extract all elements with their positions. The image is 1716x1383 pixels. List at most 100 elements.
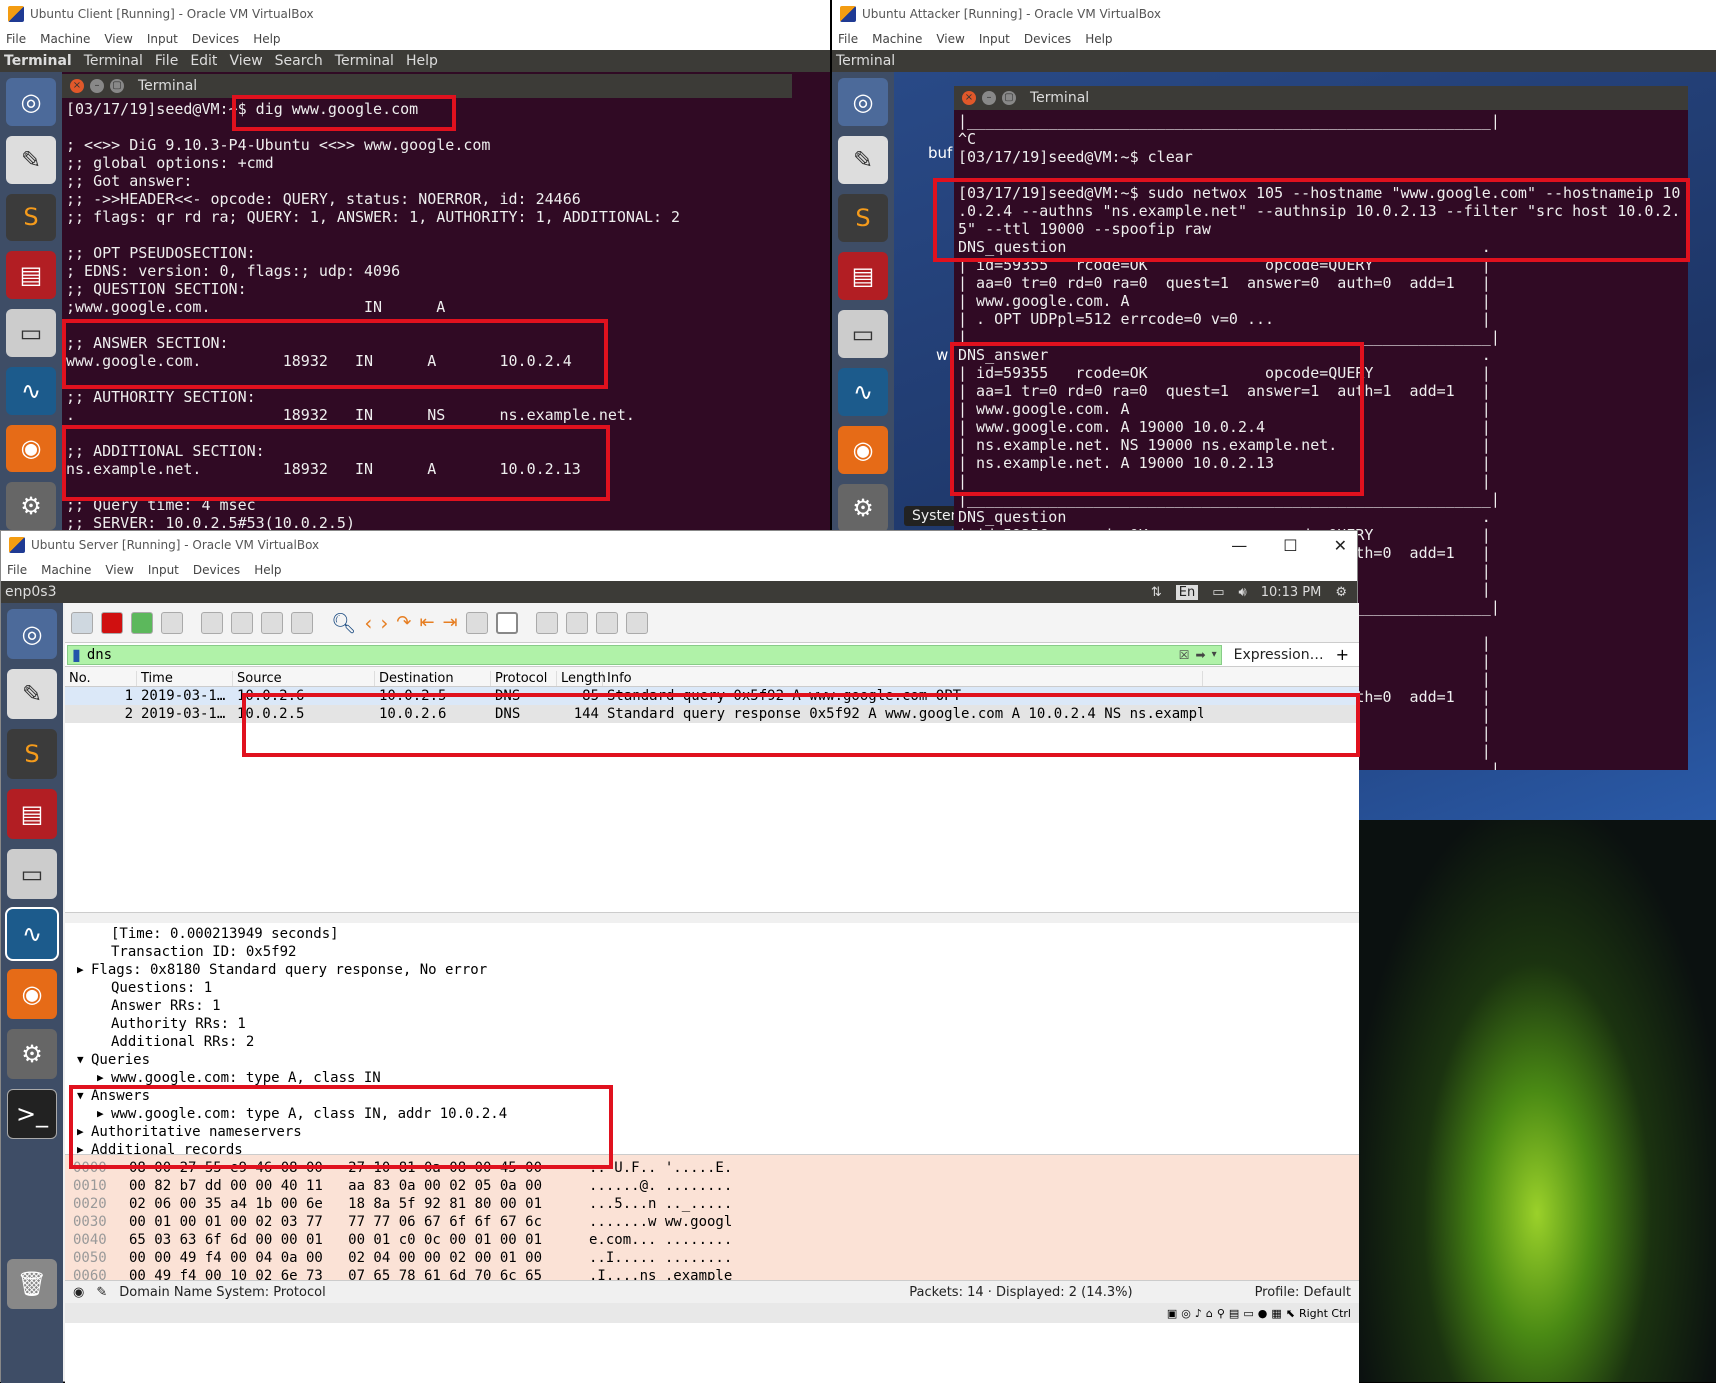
colorize-icon[interactable] (495, 611, 518, 634)
hex-row[interactable]: 0030 00 01 00 01 00 02 03 77 77 77 06 67 … (73, 1213, 1351, 1231)
menu-item-file[interactable]: File (6, 32, 26, 46)
power-gear-icon[interactable]: ⚙ (1335, 585, 1347, 600)
menu-item-view[interactable]: View (105, 563, 133, 577)
add-filter-button-icon[interactable]: + (1336, 645, 1359, 664)
reload-icon[interactable] (291, 611, 313, 634)
clear-filter-icon[interactable]: ☒ (1179, 648, 1190, 662)
network-icon[interactable]: ⇅ (1151, 585, 1162, 600)
wireshark-icon[interactable]: ∿ (5, 907, 59, 961)
app-menu-search[interactable]: Search (275, 53, 323, 69)
stop-capture-icon[interactable] (101, 611, 123, 634)
app-menu-terminal[interactable]: Terminal (335, 53, 394, 69)
zoom-out-icon[interactable] (565, 611, 588, 634)
menu-item-input[interactable]: Input (979, 32, 1010, 46)
close-icon[interactable]: × (962, 91, 976, 105)
settings-icon[interactable]: ⚙ (7, 1029, 57, 1079)
filter-dropdown-icon[interactable]: ▾ (1212, 649, 1217, 660)
vbox-cpu-icon[interactable]: ▦ (1271, 1307, 1281, 1320)
go-to-packet-icon[interactable]: ↷ (396, 612, 411, 633)
detail-row[interactable]: Answer RRs: 1 (71, 997, 1353, 1015)
column-header[interactable]: Destination (375, 671, 491, 686)
menu-item-input[interactable]: Input (148, 563, 179, 577)
menu-item-view[interactable]: View (936, 32, 964, 46)
open-file-icon[interactable] (201, 611, 223, 634)
keyboard-layout[interactable]: En (1175, 584, 1199, 600)
text-editor-icon[interactable]: ✎ (838, 136, 888, 184)
vbox-mouse-icon[interactable]: ⬉ (1286, 1307, 1295, 1320)
files-icon[interactable]: ▭ (6, 309, 56, 357)
trash-icon[interactable]: 🗑︎ (7, 1259, 57, 1309)
app-menu-file[interactable]: File (155, 53, 178, 69)
column-header[interactable]: Info (603, 671, 1203, 686)
resize-columns-icon[interactable] (625, 611, 648, 634)
vbox-network-icon[interactable]: ⌂ (1206, 1307, 1213, 1320)
close-icon[interactable]: ✕ (1334, 536, 1347, 555)
vbox-cd-icon[interactable]: ◎ (1181, 1307, 1191, 1320)
expanded-arrow-icon[interactable]: ▼ (77, 1051, 84, 1069)
app-menu-terminal[interactable]: Terminal (84, 53, 143, 69)
edit-comment-icon[interactable]: ✎ (96, 1285, 107, 1300)
hex-row[interactable]: 0040 65 03 63 6f 6d 00 00 01 00 01 c0 0c … (73, 1231, 1351, 1249)
terminal-icon[interactable]: >_ (7, 1089, 57, 1139)
collapsed-arrow-icon[interactable]: ▶ (77, 961, 84, 979)
vbox-hdd-icon[interactable]: ▣ (1167, 1307, 1177, 1320)
menu-item-help[interactable]: Help (253, 32, 280, 46)
maximize-icon[interactable]: ▢ (1002, 91, 1016, 105)
first-packet-icon[interactable]: ⇤ (419, 612, 434, 633)
menu-item-machine[interactable]: Machine (40, 32, 90, 46)
detail-row[interactable]: ▶ Flags: 0x8180 Standard query response, … (71, 961, 1353, 979)
go-forward-icon[interactable]: › (380, 611, 388, 635)
menu-item-file[interactable]: File (838, 32, 858, 46)
volume-icon[interactable]: 🔊︎ (1238, 585, 1246, 600)
last-packet-icon[interactable]: ⇥ (443, 612, 458, 633)
hex-row[interactable]: 0010 00 82 b7 dd 00 00 40 11 aa 83 0a 00 … (73, 1177, 1351, 1195)
detail-row[interactable]: Authority RRs: 1 (71, 1015, 1353, 1033)
text-editor-icon[interactable]: ✎ (6, 135, 56, 184)
wireshark-icon[interactable]: ∿ (6, 366, 56, 415)
ubuntu-dash-icon[interactable]: ◎ (6, 78, 56, 126)
sublime-icon[interactable]: S (838, 194, 888, 242)
apply-filter-icon[interactable]: ➡ (1196, 648, 1206, 662)
column-header[interactable]: Source (233, 671, 375, 686)
column-header[interactable]: Time (137, 671, 233, 686)
menu-item-devices[interactable]: Devices (192, 32, 239, 46)
detail-row[interactable]: [Time: 0.000213949 seconds] (71, 925, 1353, 943)
menu-item-machine[interactable]: Machine (41, 563, 91, 577)
packet-bytes-pane[interactable]: 0000 08 00 27 55 e9 46 08 00 27 10 81 0a … (65, 1155, 1359, 1281)
detail-row[interactable]: ▼ Queries (71, 1051, 1353, 1069)
battery-icon[interactable]: ▭ (1212, 585, 1224, 600)
go-back-icon[interactable]: ‹ (364, 611, 372, 635)
menu-item-devices[interactable]: Devices (193, 563, 240, 577)
text-editor-icon[interactable]: ✎ (7, 669, 57, 719)
column-header[interactable]: No. (65, 671, 137, 686)
status-profile[interactable]: Profile: Default (1255, 1285, 1351, 1300)
vbox-display-icon[interactable]: ▭ (1243, 1307, 1253, 1320)
capture-options-icon[interactable] (161, 611, 183, 634)
settings-icon[interactable]: ⚙ (6, 482, 56, 530)
app-menu-help[interactable]: Help (406, 53, 438, 69)
minimize-icon[interactable]: – (982, 91, 996, 105)
normal-size-icon[interactable] (595, 611, 618, 634)
pane-splitter[interactable] (65, 913, 1359, 923)
display-filter-input[interactable]: ▮ dns ☒ ➡ ▾ (67, 644, 1222, 665)
maximize-icon[interactable]: ▢ (110, 79, 124, 93)
shark-fin-start-icon[interactable] (71, 611, 93, 634)
clock[interactable]: 10:13 PM (1261, 585, 1322, 600)
vbox-recording-icon[interactable]: ● (1258, 1307, 1268, 1320)
ubuntu-dash-icon[interactable]: ◎ (7, 609, 57, 659)
expression-button[interactable]: Expression… (1222, 647, 1336, 663)
vbox-usb-icon[interactable]: ⚲ (1217, 1307, 1225, 1320)
column-header[interactable]: Length (557, 671, 606, 686)
vbox-audio-icon[interactable]: ♪ (1195, 1307, 1202, 1320)
firefox-icon[interactable]: ◉ (6, 424, 56, 473)
detail-row[interactable]: Additional RRs: 2 (71, 1033, 1353, 1051)
minimize-icon[interactable]: — (1231, 536, 1247, 555)
close-file-icon[interactable] (261, 611, 283, 634)
bookmark-icon[interactable]: ▮ (72, 645, 81, 664)
hex-row[interactable]: 0020 02 06 00 35 a4 1b 00 6e 18 8a 5f 92 … (73, 1195, 1351, 1213)
wireshark-icon[interactable]: ∿ (838, 368, 888, 416)
minimize-icon[interactable]: – (90, 79, 104, 93)
ubuntu-dash-icon[interactable]: ◎ (838, 78, 888, 126)
expert-info-icon[interactable]: ◉ (73, 1285, 84, 1300)
column-header[interactable]: Protocol (491, 671, 557, 686)
